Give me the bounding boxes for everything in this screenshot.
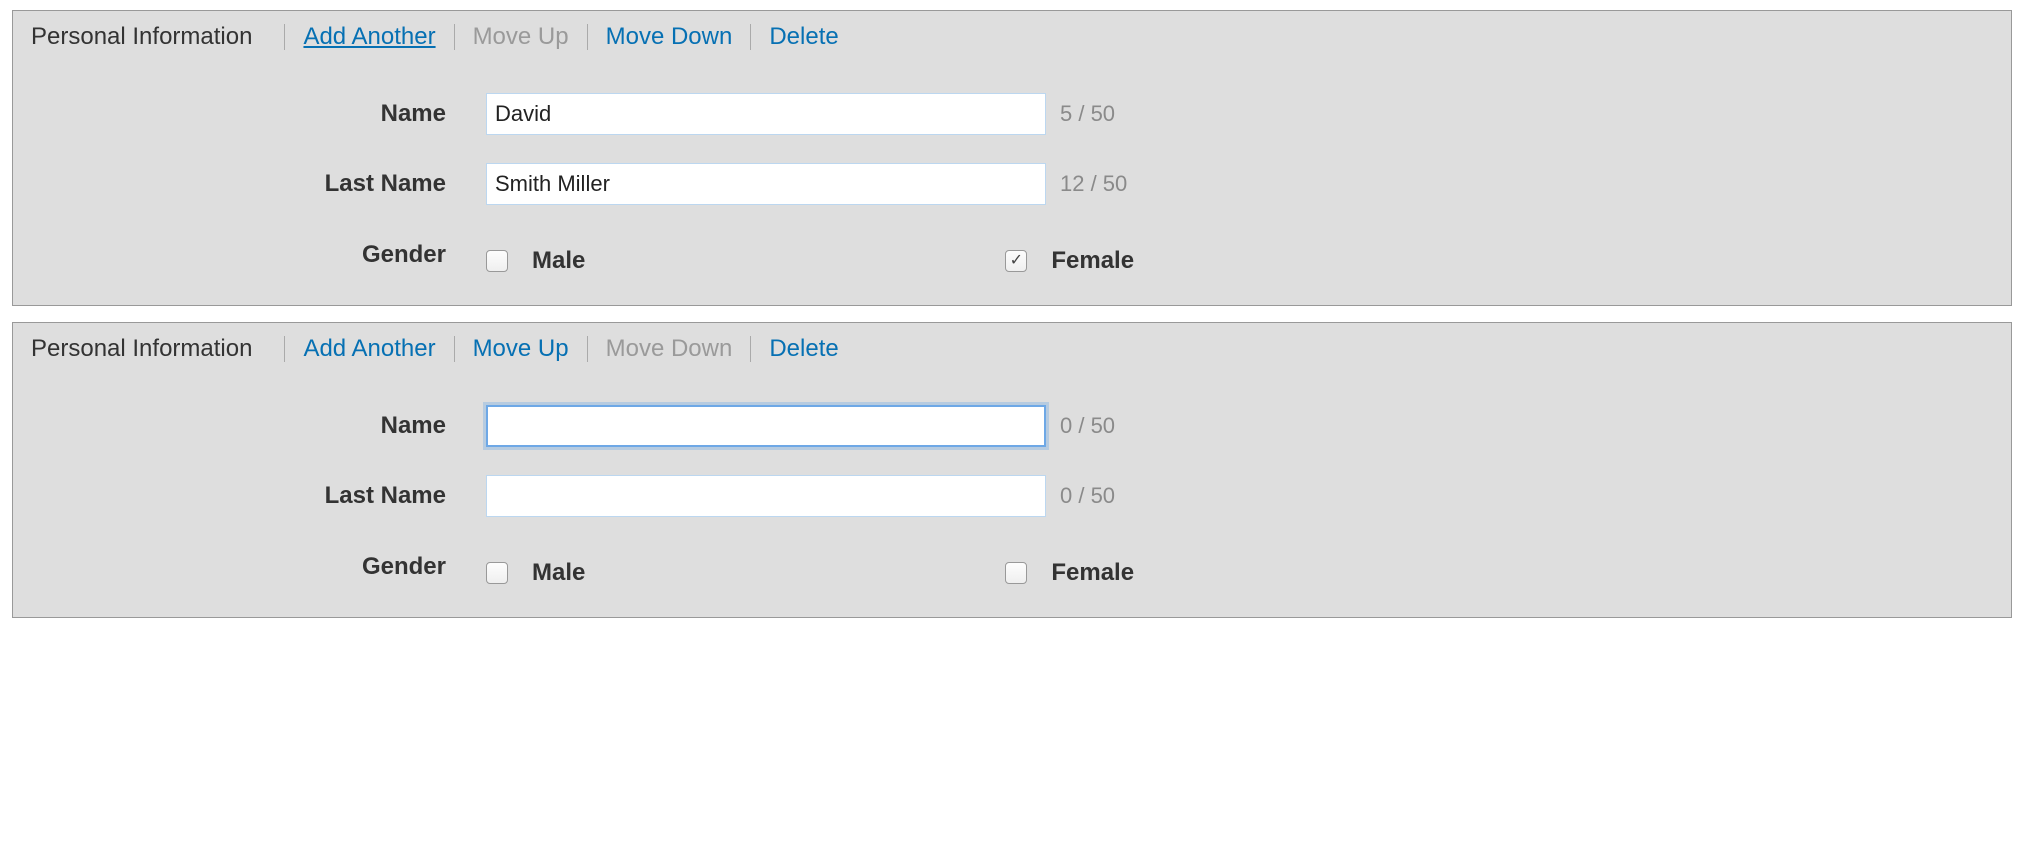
name-label: Name	[31, 100, 486, 128]
male-label: Male	[532, 247, 585, 275]
name-counter: 5 / 50	[1060, 101, 1115, 127]
form-container: Personal Information Add Another Move Up…	[0, 0, 2024, 644]
female-checkbox[interactable]: ✓	[1005, 562, 1027, 584]
delete-link[interactable]: Delete	[769, 23, 838, 51]
last-name-row: Last Name 12 / 50	[31, 163, 1993, 205]
personal-info-panel: Personal Information Add Another Move Up…	[12, 10, 2012, 306]
male-label: Male	[532, 559, 585, 587]
name-input[interactable]	[486, 405, 1046, 447]
last-name-label: Last Name	[31, 170, 486, 198]
name-counter: 0 / 50	[1060, 413, 1115, 439]
panel-title: Personal Information	[31, 335, 252, 363]
panel-header: Personal Information Add Another Move Up…	[31, 333, 1993, 377]
separator	[750, 336, 751, 362]
female-checkbox[interactable]: ✓	[1005, 250, 1027, 272]
female-option: ✓ Female	[1005, 247, 1134, 275]
gender-row: Gender ✓ Male ✓ Female	[31, 241, 1993, 275]
female-option: ✓ Female	[1005, 559, 1134, 587]
gender-options: ✓ Male ✓ Female	[486, 247, 1134, 275]
gender-label: Gender	[31, 241, 486, 269]
female-label: Female	[1051, 559, 1134, 587]
female-label: Female	[1051, 247, 1134, 275]
name-label: Name	[31, 412, 486, 440]
separator	[750, 24, 751, 50]
move-up-link[interactable]: Move Up	[473, 335, 569, 363]
separator	[454, 336, 455, 362]
check-icon: ✓	[1010, 253, 1023, 269]
gender-row: Gender ✓ Male ✓ Female	[31, 553, 1993, 587]
separator	[587, 24, 588, 50]
panel-header: Personal Information Add Another Move Up…	[31, 21, 1993, 65]
add-another-link[interactable]: Add Another	[303, 23, 435, 51]
last-name-label: Last Name	[31, 482, 486, 510]
delete-link[interactable]: Delete	[769, 335, 838, 363]
last-name-input[interactable]	[486, 163, 1046, 205]
separator	[587, 336, 588, 362]
separator	[454, 24, 455, 50]
name-row: Name 0 / 50	[31, 405, 1993, 447]
personal-info-panel: Personal Information Add Another Move Up…	[12, 322, 2012, 618]
gender-options: ✓ Male ✓ Female	[486, 559, 1134, 587]
separator	[284, 24, 285, 50]
last-name-input[interactable]	[486, 475, 1046, 517]
move-down-link[interactable]: Move Down	[606, 23, 733, 51]
last-name-row: Last Name 0 / 50	[31, 475, 1993, 517]
male-option: ✓ Male	[486, 247, 585, 275]
male-checkbox[interactable]: ✓	[486, 562, 508, 584]
last-name-counter: 0 / 50	[1060, 483, 1115, 509]
name-input[interactable]	[486, 93, 1046, 135]
male-option: ✓ Male	[486, 559, 585, 587]
male-checkbox[interactable]: ✓	[486, 250, 508, 272]
gender-label: Gender	[31, 553, 486, 581]
separator	[284, 336, 285, 362]
move-down-link: Move Down	[606, 335, 733, 363]
name-row: Name 5 / 50	[31, 93, 1993, 135]
last-name-counter: 12 / 50	[1060, 171, 1127, 197]
move-up-link: Move Up	[473, 23, 569, 51]
panel-title: Personal Information	[31, 23, 252, 51]
add-another-link[interactable]: Add Another	[303, 335, 435, 363]
